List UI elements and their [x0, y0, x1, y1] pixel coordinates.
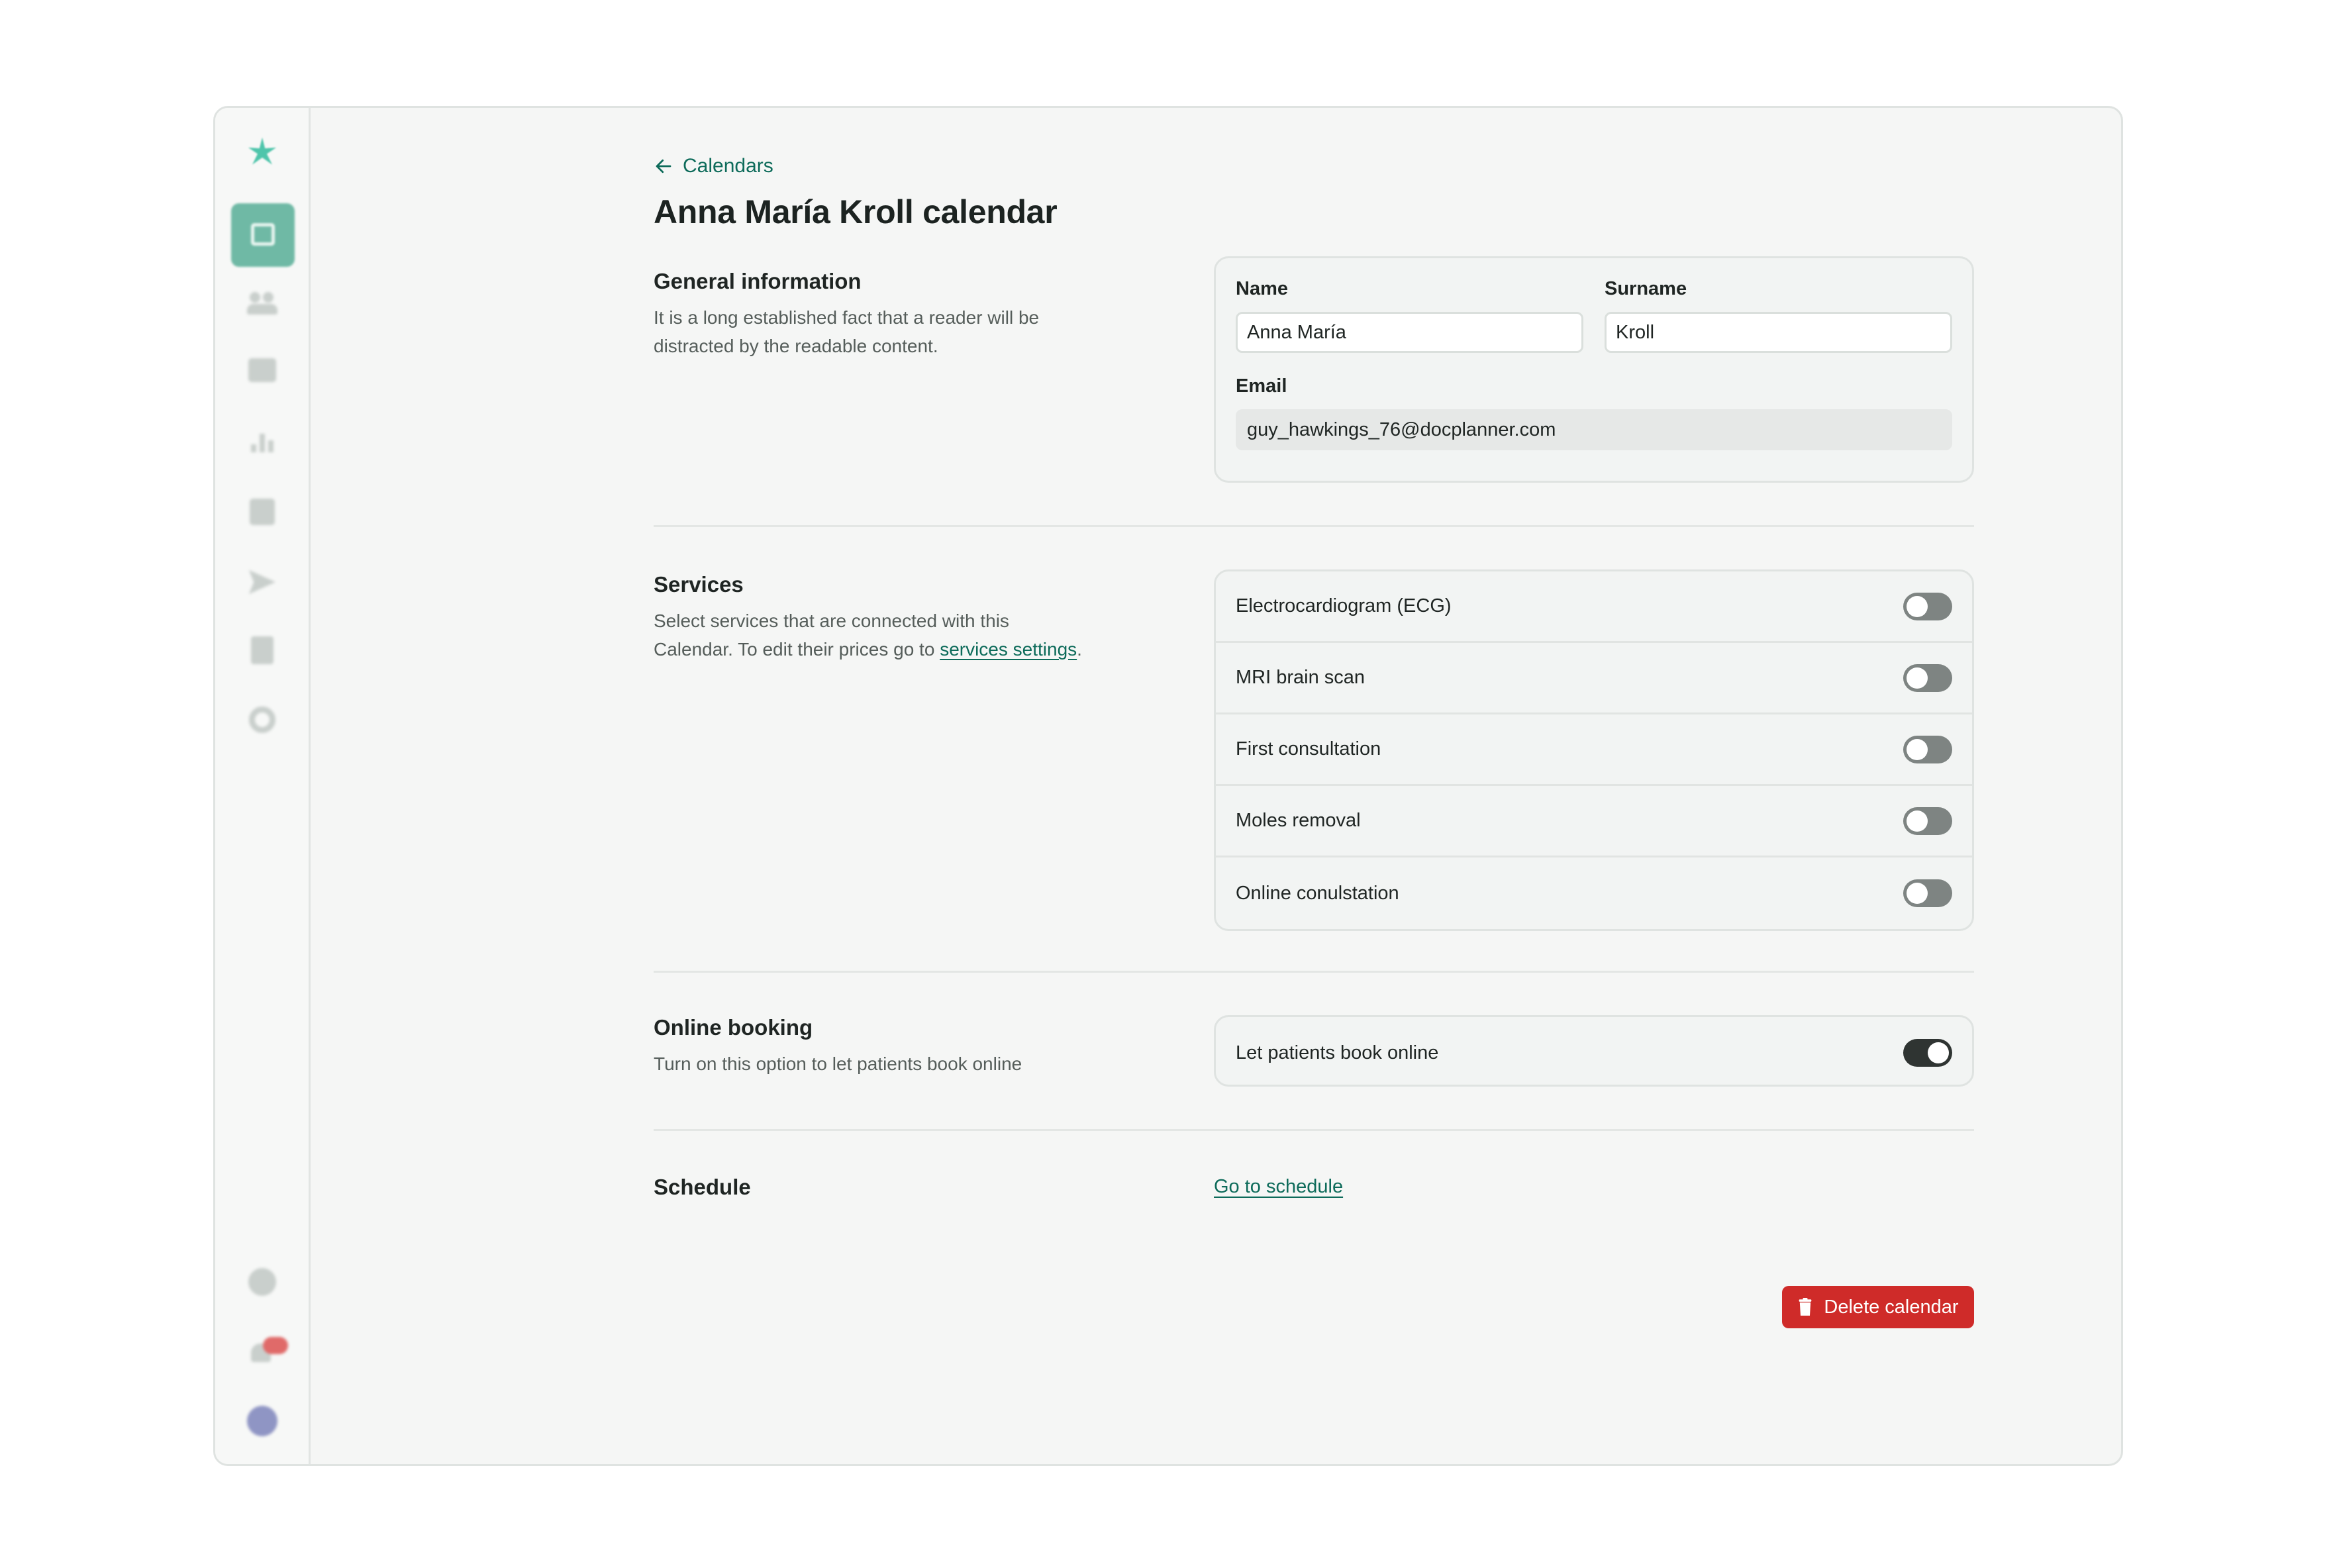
app-window: Calendars Anna María Kroll calendar Gene…: [213, 106, 2123, 1466]
surname-field[interactable]: Kroll: [1605, 312, 1952, 353]
services-settings-link[interactable]: services settings: [940, 639, 1077, 660]
sidebar-item-help[interactable]: [248, 1268, 276, 1296]
back-to-calendars-link[interactable]: Calendars: [654, 152, 1974, 181]
general-info-card: Name Anna María Surname Kroll Email guy_…: [1214, 256, 1974, 483]
service-toggle[interactable]: [1903, 592, 1952, 620]
calendar-settings: Calendars Anna María Kroll calendar Gene…: [654, 152, 1974, 1330]
arrow-left-icon: [656, 159, 671, 173]
sidebar-item-documents[interactable]: [249, 499, 275, 525]
chat-icon: [248, 358, 276, 382]
bar-chart-icon: [250, 432, 273, 452]
name-field[interactable]: Anna María: [1236, 312, 1583, 353]
back-link-label[interactable]: Calendars: [683, 155, 773, 177]
surname-label: Surname: [1605, 278, 1687, 299]
service-row: First consultation: [1216, 714, 1972, 786]
online-booking-row: Let patients book online: [1216, 1017, 1972, 1085]
sidebar-item-settings[interactable]: [248, 707, 275, 733]
help-icon: [248, 1268, 276, 1296]
calendar-icon: [251, 223, 275, 246]
delete-calendar-button[interactable]: Delete calendar: [1782, 1286, 1974, 1328]
bell-icon: [248, 1337, 288, 1363]
name-label: Name: [1236, 278, 1288, 299]
email-field: guy_hawkings_76@docplanner.com: [1236, 409, 1952, 450]
service-row: MRI brain scan: [1216, 643, 1972, 714]
delete-calendar-label[interactable]: Delete calendar: [1824, 1297, 1958, 1318]
online-booking-section: Online booking Turn on this option to le…: [654, 973, 1974, 1129]
online-booking-label: Let patients book online: [1236, 1042, 1439, 1063]
sidebar-item-calendars[interactable]: [231, 203, 295, 267]
section-description: It is a long established fact that a rea…: [654, 307, 1040, 356]
service-label: Moles removal: [1236, 810, 1361, 831]
service-row: Moles removal: [1216, 786, 1972, 858]
receipt-icon: [250, 636, 273, 664]
service-label: Online conulstation: [1236, 882, 1399, 904]
sidebar-item-messages[interactable]: [248, 358, 276, 382]
go-to-schedule-link[interactable]: Go to schedule: [1214, 1176, 1343, 1198]
document-icon: [249, 499, 275, 525]
service-label: Electrocardiogram (ECG): [1236, 595, 1452, 616]
users-icon: [246, 292, 277, 315]
sidebar-item-campaigns[interactable]: [248, 569, 277, 599]
service-label: MRI brain scan: [1236, 667, 1365, 688]
notification-badge: [262, 1337, 288, 1354]
gear-icon: [248, 707, 275, 733]
avatar: [246, 1406, 277, 1436]
send-icon: [248, 569, 275, 595]
sidebar-item-profile[interactable]: [246, 1406, 277, 1436]
section-description: Select services that are connected with …: [654, 607, 1091, 663]
service-toggle[interactable]: [1903, 807, 1952, 835]
brand-logo-icon: [244, 134, 281, 175]
description-suffix: .: [1077, 639, 1082, 660]
sidebar-item-reports[interactable]: [250, 432, 273, 452]
service-row: Electrocardiogram (ECG): [1216, 571, 1972, 643]
page-title: Anna María Kroll calendar: [654, 193, 1058, 230]
online-booking-card: Let patients book online: [1214, 1015, 1974, 1087]
sidebar: [215, 108, 311, 1464]
online-booking-toggle[interactable]: [1903, 1039, 1952, 1067]
sidebar-item-notifications[interactable]: [248, 1337, 288, 1363]
service-toggle[interactable]: [1903, 663, 1952, 692]
section-description: Turn on this option to let patients book…: [654, 1054, 1022, 1074]
service-row: Online conulstation: [1216, 858, 1972, 929]
services-card: Electrocardiogram (ECG) MRI brain scan F…: [1214, 569, 1974, 931]
sidebar-item-patients[interactable]: [246, 292, 277, 315]
schedule-section: Schedule Go to schedule Delete calendar: [654, 1131, 1974, 1330]
trash-icon: [1799, 1298, 1812, 1316]
general-information-section: General information It is a long establi…: [654, 256, 1974, 525]
service-toggle[interactable]: [1903, 735, 1952, 763]
main-content: Calendars Anna María Kroll calendar Gene…: [311, 108, 2121, 1464]
email-label: Email: [1236, 375, 1287, 397]
service-toggle[interactable]: [1903, 879, 1952, 907]
services-section: Services Select services that are connec…: [654, 527, 1974, 971]
service-label: First consultation: [1236, 738, 1381, 760]
sidebar-item-invoices[interactable]: [250, 636, 273, 664]
